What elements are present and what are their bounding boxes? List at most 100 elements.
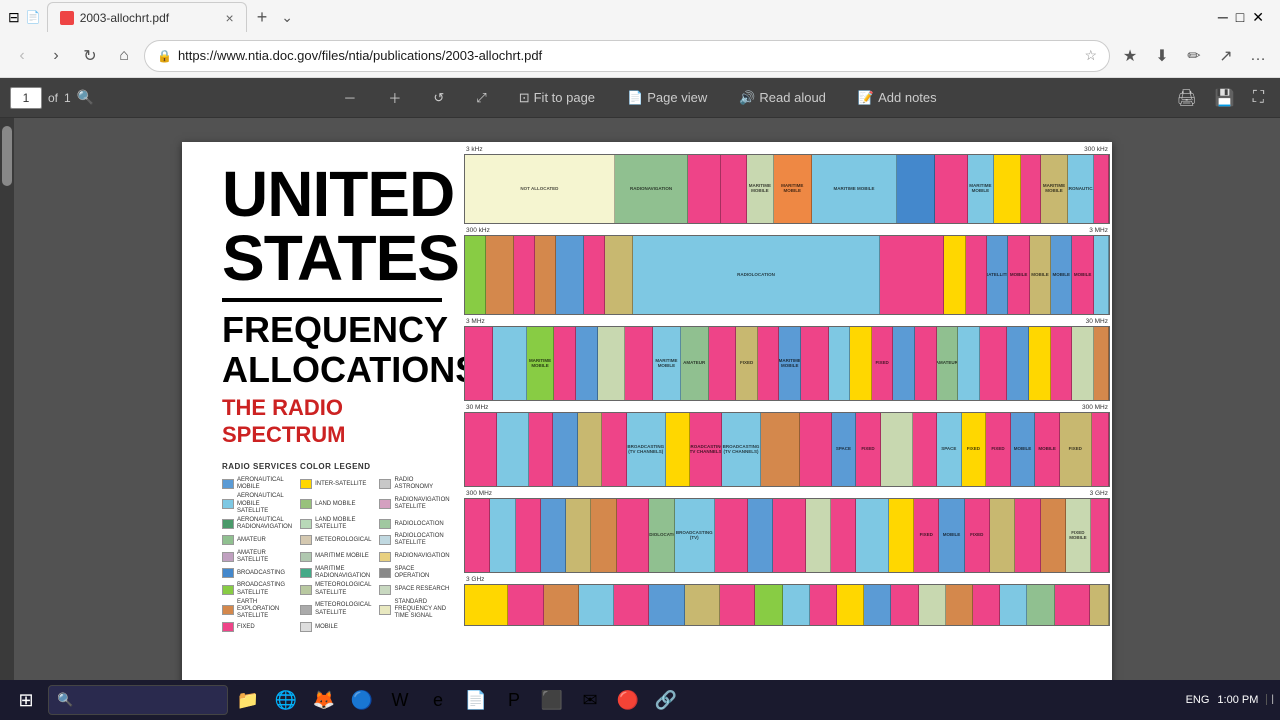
- fullscreen-btn[interactable]: ⛶: [1247, 85, 1270, 111]
- freq-section: [990, 499, 1015, 572]
- freq-section: [1094, 327, 1109, 400]
- freq-section: [1091, 499, 1109, 572]
- taskbar-app-other2[interactable]: 🔗: [648, 682, 684, 718]
- taskbar-apps: 📁🌐🦊🔵We📄P⬛✉🔴🔗: [230, 682, 684, 718]
- new-tab-btn[interactable]: +: [251, 7, 274, 28]
- freq-section: [1015, 499, 1040, 572]
- legend-item: RADIOLOCATION: [379, 517, 449, 531]
- legend-item: AERONAUTICAL MOBILE: [222, 477, 292, 491]
- taskbar-app-firefox[interactable]: 🦊: [306, 682, 342, 718]
- freq-section: [625, 327, 653, 400]
- taskbar-search-icon: 🔍: [57, 692, 73, 708]
- freq-section: [579, 585, 614, 625]
- print-btn[interactable]: 🖨: [1171, 84, 1203, 112]
- home-btn[interactable]: ⌂: [110, 42, 138, 70]
- title-united: UNITED: [222, 162, 442, 226]
- page-number-input[interactable]: 1: [10, 87, 42, 109]
- freq-section: MOBILE: [1011, 413, 1036, 486]
- taskbar-search[interactable]: 🔍: [48, 685, 228, 715]
- legend-label: METEOROLOGICAL: [315, 537, 371, 544]
- freq-section: [666, 413, 691, 486]
- freq-section: [465, 413, 497, 486]
- pdf-toolbar-right: 🖨 💾 ⛶: [1171, 84, 1270, 112]
- taskbar-language: ENG: [1186, 694, 1210, 706]
- scrollbar-thumb[interactable]: [2, 126, 12, 186]
- legend-label: AERONAUTICAL MOBILE SATELLITE: [237, 493, 292, 515]
- browser-tab[interactable]: 2003-allochrt.pdf ×: [47, 2, 247, 32]
- band-start-label: 3 MHz: [466, 318, 485, 325]
- band-start-label: 3 GHz: [466, 576, 484, 583]
- window-controls[interactable]: ⊟: [8, 9, 20, 26]
- start-btn[interactable]: ⊞: [6, 682, 46, 718]
- legend-swatch: [379, 568, 391, 578]
- forward-btn[interactable]: ›: [42, 42, 70, 70]
- freq-section: BROADCASTING (TV): [675, 499, 715, 572]
- favorites-btn[interactable]: ★: [1116, 42, 1144, 70]
- legend-label: RADIO ASTRONOMY: [394, 477, 449, 491]
- close-btn[interactable]: ✕: [1252, 9, 1264, 26]
- rotate-btn[interactable]: ↺: [425, 86, 452, 110]
- taskbar-app-edge-browser[interactable]: 🌐: [268, 682, 304, 718]
- zoom-out-btn[interactable]: －: [335, 84, 364, 111]
- legend-label: METEOROLOGICAL SATELLITE: [315, 582, 371, 596]
- band-start-label: 300 MHz: [466, 490, 492, 497]
- taskbar-app-file-explorer[interactable]: 📁: [230, 682, 266, 718]
- taskbar-app-task-manager[interactable]: ⬛: [534, 682, 570, 718]
- refresh-btn[interactable]: ↻: [76, 42, 104, 70]
- legend-grid: AERONAUTICAL MOBILE INTER-SATELLITE RADI…: [222, 477, 442, 632]
- freq-section: MARITIME MOBILE: [779, 327, 801, 400]
- freq-section: BROADCASTING (TV CHANNELS): [722, 413, 761, 486]
- frequency-band: [464, 584, 1110, 626]
- taskbar-search-input[interactable]: [79, 693, 219, 707]
- share-btn[interactable]: ↗: [1212, 42, 1240, 70]
- freq-section: [850, 327, 872, 400]
- navigation-bar: ‹ › ↻ ⌂ 🔒 https://www.ntia.doc.gov/files…: [0, 34, 1280, 78]
- show-desktop-btn[interactable]: |: [1266, 694, 1274, 705]
- page-view-btn[interactable]: 📄 Page view: [619, 86, 715, 110]
- freq-section: [465, 499, 490, 572]
- zoom-in-btn[interactable]: ＋: [380, 84, 409, 111]
- add-notes-btn[interactable]: 📝 Add notes: [850, 86, 945, 110]
- pdf-search-icon[interactable]: 🔍: [77, 89, 94, 106]
- tab-close-btn[interactable]: ×: [226, 10, 234, 26]
- bookmark-icon[interactable]: ☆: [1084, 47, 1097, 64]
- freq-section: [864, 585, 891, 625]
- legend-label: RADIOLOCATION SATELLITE: [394, 533, 449, 547]
- taskbar-time-display: 1:00 PM: [1217, 693, 1258, 707]
- taskbar-app-word[interactable]: W: [382, 682, 418, 718]
- legend-label: METEOROLOGICAL SATELLITE: [315, 602, 371, 616]
- taskbar-app-powerpoint[interactable]: P: [496, 682, 532, 718]
- freq-section: [578, 413, 603, 486]
- window-action-buttons[interactable]: ─ □ ✕: [1210, 9, 1272, 26]
- select-btn[interactable]: ⤢: [468, 86, 494, 110]
- legend-label: MARITIME RADIONAVIGATION: [315, 566, 371, 580]
- legend-label: FIXED: [237, 624, 255, 631]
- pdf-page: UNITED STATES FREQUENCY ALLOCATIONS THE …: [182, 142, 1112, 702]
- fit-to-page-btn[interactable]: ⊡ Fit to page: [511, 86, 603, 110]
- legend-item: STANDARD FREQUENCY AND TIME SIGNAL: [379, 599, 449, 621]
- scrollbar-track[interactable]: [0, 118, 14, 720]
- more-btn[interactable]: …: [1244, 42, 1272, 70]
- freq-section: MOBILE: [939, 499, 964, 572]
- freq-section: MOBILE: [1072, 236, 1093, 314]
- taskbar-app-other[interactable]: 🔴: [610, 682, 646, 718]
- taskbar-app-ie[interactable]: e: [420, 682, 456, 718]
- freq-section: [783, 585, 810, 625]
- freq-section: [649, 585, 684, 625]
- taskbar-app-chrome[interactable]: 🔵: [344, 682, 380, 718]
- annotate-btn[interactable]: ✏: [1180, 42, 1208, 70]
- tab-overflow-btn[interactable]: ⌄: [277, 9, 297, 26]
- download-btn[interactable]: ⬇: [1148, 42, 1176, 70]
- taskbar-app-outlook[interactable]: ✉: [572, 682, 608, 718]
- legend-swatch: [300, 552, 312, 562]
- taskbar-app-pdf-viewer[interactable]: 📄: [458, 682, 494, 718]
- minimize-btn[interactable]: ─: [1218, 9, 1228, 26]
- address-bar[interactable]: 🔒 https://www.ntia.doc.gov/files/ntia/pu…: [144, 40, 1110, 72]
- read-aloud-btn[interactable]: 🔊 Read aloud: [731, 86, 834, 110]
- save-btn[interactable]: 💾: [1209, 84, 1241, 112]
- freq-section: SPACE: [832, 413, 857, 486]
- freq-section: [553, 413, 578, 486]
- maximize-btn[interactable]: □: [1236, 9, 1244, 26]
- legend-label: MOBILE: [315, 624, 338, 631]
- back-btn[interactable]: ‹: [8, 42, 36, 70]
